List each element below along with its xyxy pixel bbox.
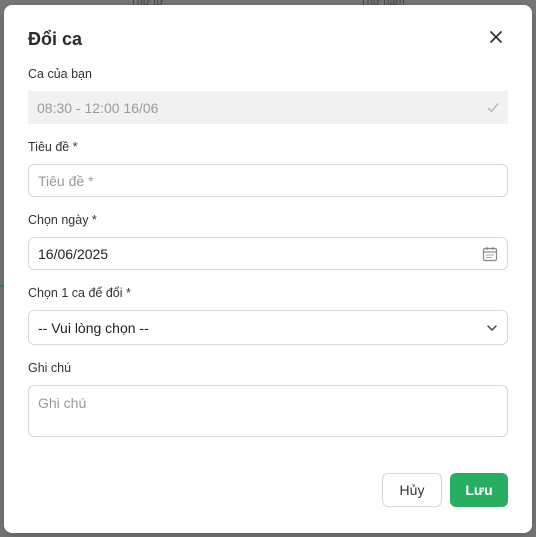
current-shift-label: Ca của bạn bbox=[28, 67, 92, 81]
title-label: Tiêu đề * bbox=[28, 140, 78, 154]
swap-shift-selected: -- Vui lòng chọn -- bbox=[38, 319, 149, 336]
note-textarea[interactable]: Ghi chú bbox=[28, 385, 508, 437]
close-button[interactable] bbox=[484, 25, 508, 49]
close-icon bbox=[490, 31, 502, 43]
shift-swap-modal: Đổi ca Ca của bạn 08:30 - 12:00 16/06 Ti… bbox=[4, 5, 532, 533]
current-shift-value: 08:30 - 12:00 16/06 bbox=[37, 99, 159, 116]
save-button[interactable]: Lưu bbox=[450, 473, 508, 507]
swap-shift-select[interactable]: -- Vui lòng chọn -- bbox=[28, 310, 508, 345]
modal-title: Đổi ca bbox=[28, 29, 83, 49]
date-input[interactable]: 16/06/2025 bbox=[28, 237, 508, 270]
title-input[interactable]: Tiêu đề * bbox=[28, 164, 508, 197]
title-placeholder: Tiêu đề * bbox=[38, 172, 94, 189]
cancel-button[interactable]: Hủy bbox=[382, 473, 442, 507]
date-value: 16/06/2025 bbox=[38, 245, 109, 262]
swap-shift-label: Chọn 1 ca để đổi * bbox=[28, 286, 131, 300]
calendar-icon[interactable] bbox=[482, 246, 498, 262]
note-placeholder: Ghi chú bbox=[38, 395, 87, 411]
current-shift-field: 08:30 - 12:00 16/06 bbox=[28, 91, 508, 124]
chevron-down-icon bbox=[486, 322, 498, 334]
note-label: Ghi chú bbox=[28, 361, 72, 375]
date-label: Chọn ngày * bbox=[28, 213, 97, 227]
check-icon bbox=[487, 102, 499, 114]
